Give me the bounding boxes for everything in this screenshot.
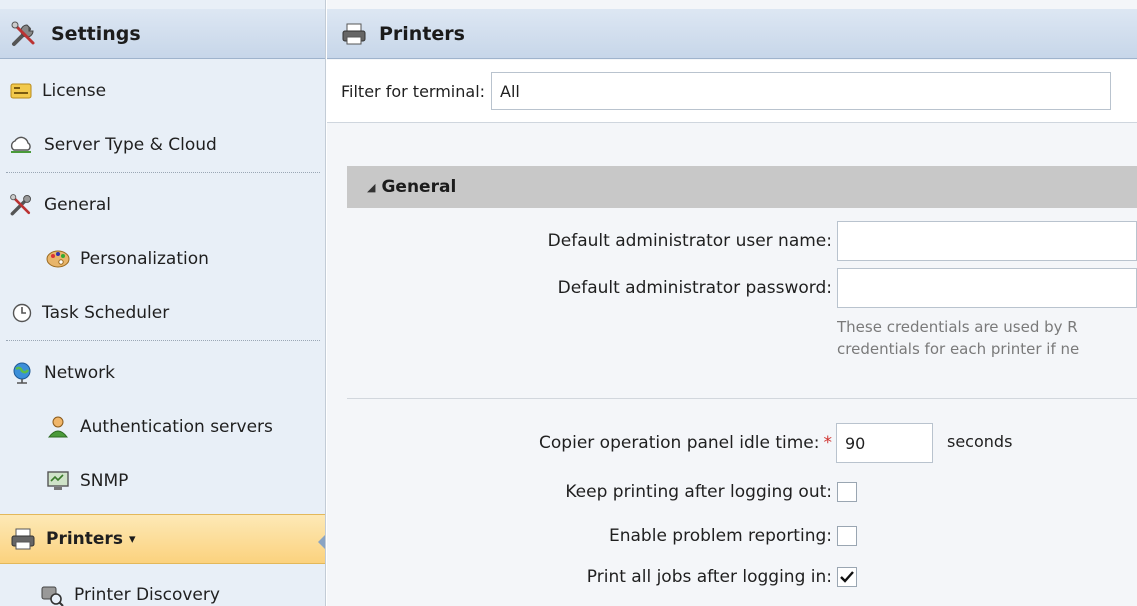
section-title: General [381, 177, 457, 197]
clock-icon [12, 303, 32, 323]
page-title: Printers [379, 22, 465, 45]
print-all-checkbox[interactable] [837, 567, 857, 587]
tools-icon [9, 19, 39, 49]
keep-printing-checkbox[interactable] [837, 482, 857, 502]
printer-icon [341, 22, 367, 46]
sidebar-separator [6, 340, 320, 341]
checkmark-icon [840, 571, 854, 583]
idle-time-input[interactable]: 90 [836, 423, 933, 463]
sidebar-item-snmp[interactable]: SNMP [0, 454, 325, 507]
admin-user-row: Default administrator user name: [347, 221, 1137, 261]
cloud-icon [8, 136, 34, 154]
idle-time-unit: seconds [947, 431, 1013, 451]
filter-bar: Filter for terminal: [327, 60, 1137, 123]
keep-printing-row: Keep printing after logging out: [347, 472, 1137, 512]
printer-icon [10, 527, 36, 551]
sidebar-item-label: Task Scheduler [42, 302, 170, 323]
tools-icon [8, 192, 34, 218]
hint-line: credentials for each printer if ne [837, 340, 1080, 358]
terminal-filter-input[interactable] [491, 72, 1112, 110]
palette-icon [46, 249, 70, 269]
printer-search-icon [38, 583, 64, 606]
required-marker: * [823, 433, 833, 453]
collapse-triangle-icon: ◢ [367, 180, 376, 194]
filter-label: Filter for terminal: [341, 81, 486, 101]
sidebar-item-label: SNMP [80, 470, 129, 491]
idle-time-label-text: Copier operation panel idle time: [539, 433, 820, 453]
keep-printing-label: Keep printing after logging out: [565, 482, 832, 502]
sidebar-item-printer-discovery[interactable]: Printer Discovery [0, 568, 325, 606]
sidebar-item-label: Authentication servers [80, 416, 273, 437]
admin-password-label: Default administrator password: [557, 278, 832, 298]
sidebar-item-label: Network [44, 362, 115, 383]
sidebar-item-label: General [44, 194, 111, 215]
sidebar-item-network[interactable]: Network [0, 346, 325, 399]
chevron-down-icon: ▾ [128, 531, 136, 547]
problem-reporting-label: Enable problem reporting: [609, 526, 832, 546]
sidebar-item-label: Printers [46, 529, 123, 549]
section-divider [347, 398, 1137, 399]
monitor-icon [46, 470, 70, 492]
admin-password-row: Default administrator password: [347, 268, 1137, 308]
sidebar-item-server-type-cloud[interactable]: Server Type & Cloud [0, 118, 325, 171]
sidebar-header: Settings [0, 9, 325, 59]
printers-panel: Printers Filter for terminal: ◢ General … [327, 0, 1137, 606]
sidebar-item-personalization[interactable]: Personalization [0, 232, 325, 285]
idle-time-label: Copier operation panel idle time: * [539, 423, 832, 463]
admin-user-label: Default administrator user name: [547, 231, 832, 251]
problem-reporting-checkbox[interactable] [837, 526, 857, 546]
active-item-pointer [318, 533, 325, 551]
sidebar-item-task-scheduler[interactable]: Task Scheduler [0, 286, 325, 339]
print-all-row: Print all jobs after logging in: [347, 557, 1137, 597]
sidebar-separator [6, 172, 320, 173]
main-header: Printers [327, 9, 1137, 59]
sidebar-item-label: Printer Discovery [74, 584, 220, 605]
sidebar-item-license[interactable]: License [0, 64, 325, 117]
section-general-header[interactable]: ◢ General [347, 166, 1137, 208]
globe-icon [10, 361, 34, 385]
admin-password-input[interactable] [837, 268, 1137, 308]
sidebar-item-label: License [42, 80, 107, 101]
sidebar-item-label: Server Type & Cloud [44, 134, 217, 155]
credentials-hint: These credentials are used by R credenti… [837, 316, 1137, 360]
sidebar-item-label: Personalization [80, 248, 209, 269]
sidebar-item-printers[interactable]: Printers ▾ [0, 514, 325, 564]
license-icon [10, 83, 32, 99]
sidebar-item-general[interactable]: General [0, 178, 325, 231]
problem-reporting-row: Enable problem reporting: [347, 516, 1137, 556]
admin-user-input[interactable] [837, 221, 1137, 261]
settings-sidebar: Settings License Server Type & Cloud Gen… [0, 0, 326, 606]
hint-line: These credentials are used by R [837, 318, 1078, 336]
sidebar-item-authentication-servers[interactable]: Authentication servers [0, 400, 325, 453]
user-icon [46, 415, 70, 439]
print-all-label: Print all jobs after logging in: [586, 567, 832, 587]
sidebar-title: Settings [51, 22, 141, 45]
idle-time-row: Copier operation panel idle time: * 90 s… [347, 423, 1137, 463]
